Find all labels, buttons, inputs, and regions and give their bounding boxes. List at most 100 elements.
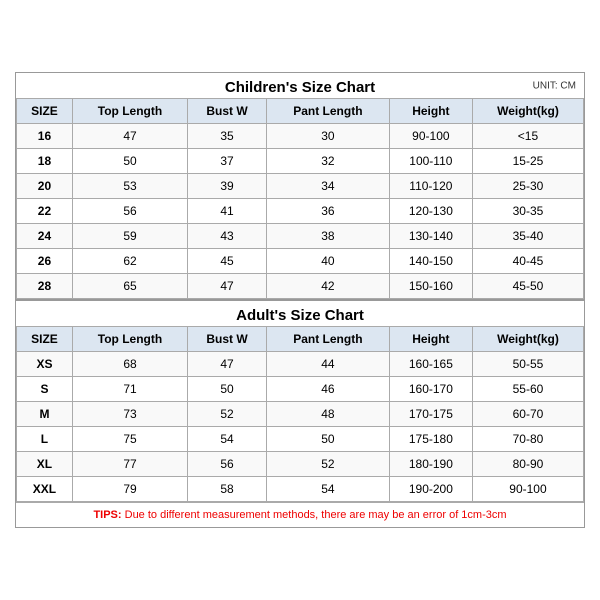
children-cell: 39 (188, 174, 267, 199)
col-header-top-length: Top Length (72, 99, 187, 124)
children-cell: 90-100 (389, 124, 472, 149)
children-table-row: 22564136120-13030-35 (17, 199, 584, 224)
children-cell: 59 (72, 224, 187, 249)
children-cell: 50 (72, 149, 187, 174)
col-header-weight: Weight(kg) (472, 99, 583, 124)
unit-label: UNIT: CM (533, 80, 576, 91)
children-cell: 65 (72, 274, 187, 299)
children-cell: 37 (188, 149, 267, 174)
adult-cell: L (17, 427, 73, 452)
children-table: SIZE Top Length Bust W Pant Length Heigh… (16, 98, 584, 299)
col-header-pant-length: Pant Length (266, 99, 389, 124)
children-cell: 120-130 (389, 199, 472, 224)
col-header-size: SIZE (17, 99, 73, 124)
children-table-row: 28654742150-16045-50 (17, 274, 584, 299)
adult-cell: XS (17, 352, 73, 377)
children-cell: 150-160 (389, 274, 472, 299)
adult-table: SIZE Top Length Bust W Pant Length Heigh… (16, 326, 584, 502)
adult-cell: 60-70 (472, 402, 583, 427)
adult-cell: 54 (188, 427, 267, 452)
adult-cell: 52 (188, 402, 267, 427)
adult-cell: 54 (266, 477, 389, 502)
adult-cell: 75 (72, 427, 187, 452)
children-cell: 22 (17, 199, 73, 224)
children-cell: 140-150 (389, 249, 472, 274)
adult-cell: 180-190 (389, 452, 472, 477)
adult-cell: 70-80 (472, 427, 583, 452)
children-cell: 130-140 (389, 224, 472, 249)
children-cell: 42 (266, 274, 389, 299)
children-table-row: 26624540140-15040-45 (17, 249, 584, 274)
children-cell: 47 (188, 274, 267, 299)
children-section-title: Children's Size Chart UNIT: CM (16, 73, 584, 98)
children-cell: 25-30 (472, 174, 583, 199)
adult-title-text: Adult's Size Chart (236, 307, 364, 324)
adult-header-row: SIZE Top Length Bust W Pant Length Heigh… (17, 327, 584, 352)
adult-cell: 80-90 (472, 452, 583, 477)
col-header-height: Height (389, 99, 472, 124)
adult-cell: 56 (188, 452, 267, 477)
children-cell: 41 (188, 199, 267, 224)
adult-cell: 47 (188, 352, 267, 377)
adult-cell: 48 (266, 402, 389, 427)
adult-cell: S (17, 377, 73, 402)
children-cell: 15-25 (472, 149, 583, 174)
children-cell: 53 (72, 174, 187, 199)
children-cell: 45 (188, 249, 267, 274)
tips-text: Due to different measurement methods, th… (122, 509, 507, 521)
adult-cell: 175-180 (389, 427, 472, 452)
children-table-row: 1647353090-100<15 (17, 124, 584, 149)
adult-cell: M (17, 402, 73, 427)
children-cell: 35-40 (472, 224, 583, 249)
children-title-text: Children's Size Chart (225, 79, 375, 96)
children-cell: 35 (188, 124, 267, 149)
adult-col-header-weight: Weight(kg) (472, 327, 583, 352)
adult-cell: 52 (266, 452, 389, 477)
adult-cell: 68 (72, 352, 187, 377)
adult-table-row: XL775652180-19080-90 (17, 452, 584, 477)
children-header-row: SIZE Top Length Bust W Pant Length Heigh… (17, 99, 584, 124)
children-cell: 24 (17, 224, 73, 249)
children-cell: 45-50 (472, 274, 583, 299)
adult-cell: 50-55 (472, 352, 583, 377)
adult-cell: XL (17, 452, 73, 477)
children-cell: 43 (188, 224, 267, 249)
adult-cell: 44 (266, 352, 389, 377)
adult-cell: 90-100 (472, 477, 583, 502)
adult-cell: 160-165 (389, 352, 472, 377)
children-table-row: 18503732100-11015-25 (17, 149, 584, 174)
adult-cell: 71 (72, 377, 187, 402)
adult-table-row: XS684744160-16550-55 (17, 352, 584, 377)
adult-col-header-pant-length: Pant Length (266, 327, 389, 352)
adult-table-row: L755450175-18070-80 (17, 427, 584, 452)
adult-section-title: Adult's Size Chart (16, 299, 584, 326)
adult-cell: 58 (188, 477, 267, 502)
adult-col-header-size: SIZE (17, 327, 73, 352)
adult-col-header-bust-w: Bust W (188, 327, 267, 352)
children-cell: <15 (472, 124, 583, 149)
adult-cell: 170-175 (389, 402, 472, 427)
children-cell: 56 (72, 199, 187, 224)
size-chart-container: Children's Size Chart UNIT: CM SIZE Top … (15, 72, 585, 528)
adult-cell: 79 (72, 477, 187, 502)
children-cell: 100-110 (389, 149, 472, 174)
children-cell: 28 (17, 274, 73, 299)
children-cell: 36 (266, 199, 389, 224)
adult-cell: 46 (266, 377, 389, 402)
adult-cell: 73 (72, 402, 187, 427)
adult-col-header-height: Height (389, 327, 472, 352)
children-cell: 40 (266, 249, 389, 274)
adult-table-row: M735248170-17560-70 (17, 402, 584, 427)
children-cell: 16 (17, 124, 73, 149)
children-table-row: 20533934110-12025-30 (17, 174, 584, 199)
adult-cell: 50 (266, 427, 389, 452)
adult-cell: XXL (17, 477, 73, 502)
children-cell: 18 (17, 149, 73, 174)
children-cell: 20 (17, 174, 73, 199)
adult-col-header-top-length: Top Length (72, 327, 187, 352)
adult-cell: 160-170 (389, 377, 472, 402)
tips-label: TIPS: (93, 509, 121, 521)
children-cell: 30 (266, 124, 389, 149)
children-cell: 38 (266, 224, 389, 249)
adult-cell: 190-200 (389, 477, 472, 502)
